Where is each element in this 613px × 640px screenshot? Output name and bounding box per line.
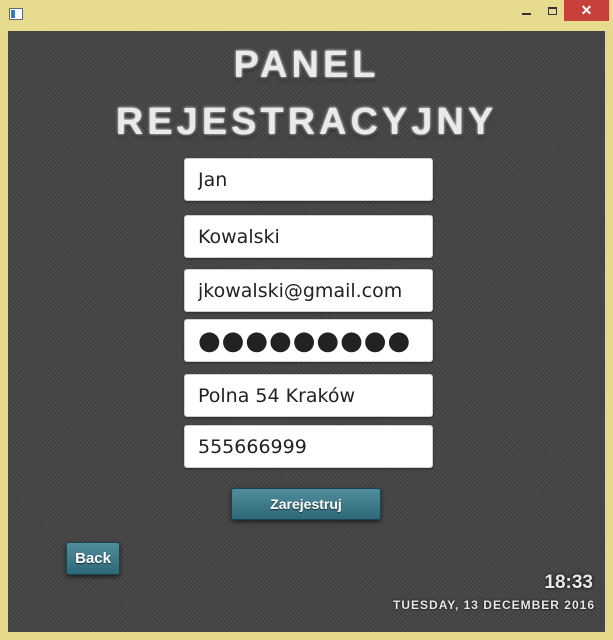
maximize-icon [547,6,557,15]
page-title-line2: REJESTRACYJNY [115,101,498,143]
close-button[interactable]: ✕ [564,0,609,21]
minimize-button[interactable] [513,0,540,21]
register-button[interactable]: Zarejestruj [231,488,381,520]
window-titlebar[interactable]: ✕ [0,0,613,30]
address-field[interactable] [184,374,433,417]
phone-field[interactable] [184,425,433,468]
minimize-icon [522,12,531,15]
clock-time: 18:33 [544,572,593,593]
email-field[interactable] [184,269,433,312]
registration-panel: PANEL REJESTRACYJNY Zarejestruj Back 18:… [8,31,605,632]
last-name-field[interactable] [184,215,433,258]
page-title-line1: PANEL [233,44,380,86]
maximize-button[interactable] [540,0,564,21]
app-icon[interactable] [9,8,23,20]
close-icon: ✕ [580,2,593,18]
password-field[interactable] [184,319,433,362]
clock-date: TUESDAY, 13 DECEMBER 2016 [393,598,595,612]
first-name-field[interactable] [184,158,433,201]
back-button[interactable]: Back [66,542,120,575]
